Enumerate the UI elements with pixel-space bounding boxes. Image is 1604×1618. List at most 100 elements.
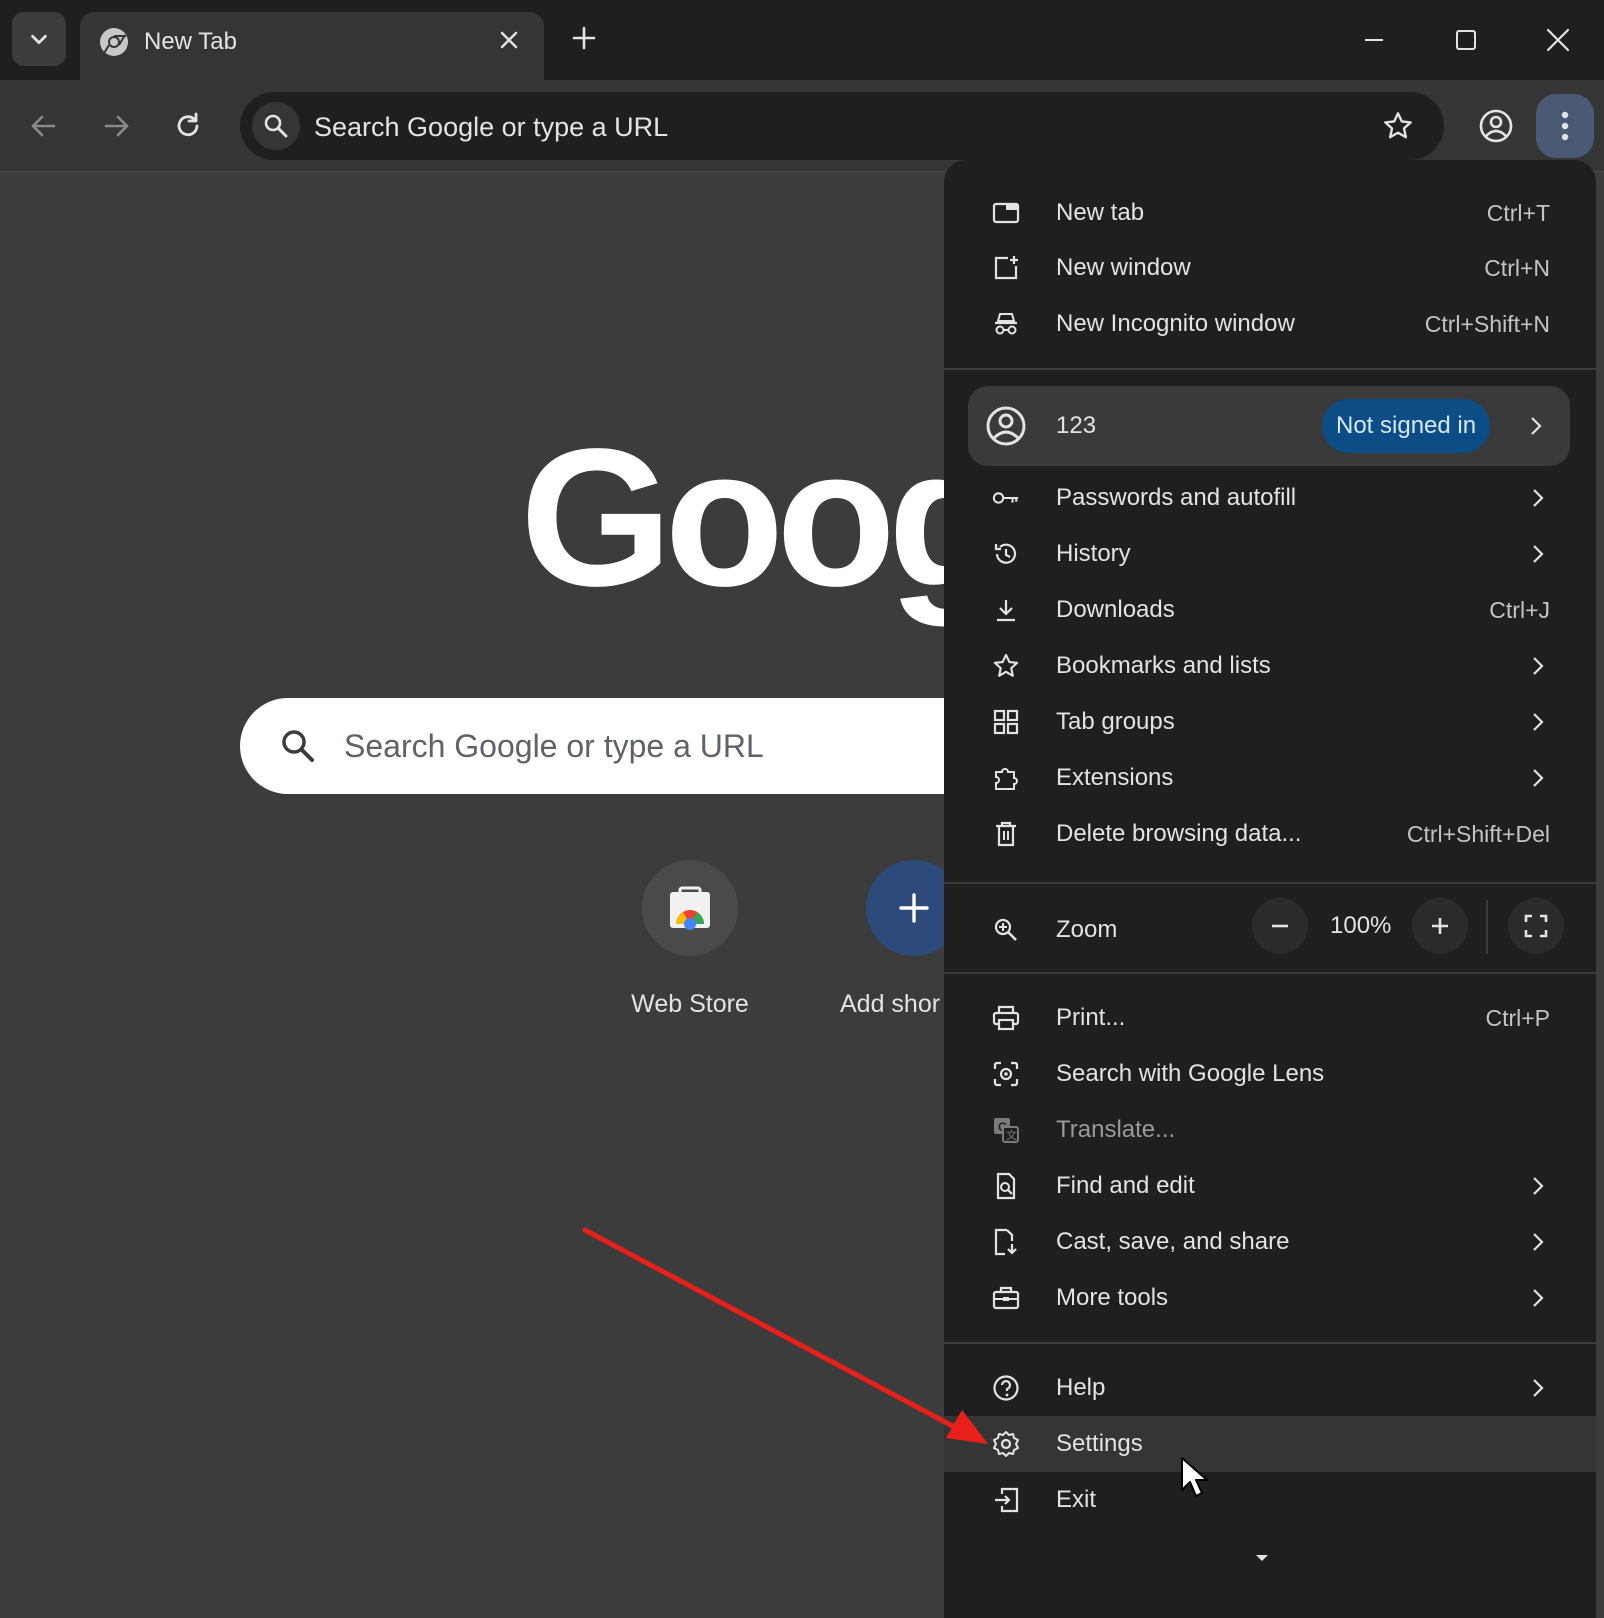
menu-item-label: Tab groups bbox=[1056, 708, 1175, 735]
menu-item-label: New window bbox=[1056, 254, 1191, 281]
menu-item-label: Bookmarks and lists bbox=[1056, 652, 1271, 679]
menu-item-settings[interactable]: Settings bbox=[944, 1416, 1596, 1472]
history-icon bbox=[992, 540, 1020, 568]
toolbar: Search Google or type a URL bbox=[0, 80, 1604, 172]
tab-title: New Tab bbox=[144, 28, 237, 55]
zoom-icon bbox=[992, 916, 1020, 944]
new-window-icon bbox=[992, 254, 1020, 282]
menu-item-label: Search with Google Lens bbox=[1056, 1060, 1325, 1087]
menu-item-label: New tab bbox=[1056, 199, 1145, 226]
chrome-menu-button[interactable] bbox=[1536, 94, 1594, 158]
tab-new-tab[interactable]: New Tab bbox=[80, 12, 544, 80]
zoom-divider bbox=[1486, 900, 1488, 954]
chrome-icon bbox=[100, 28, 128, 56]
google-logo: Goog bbox=[520, 408, 1008, 627]
menu-item-tab-groups[interactable]: Tab groups bbox=[944, 694, 1596, 750]
menu-item-cast-save-share[interactable]: Cast, save, and share bbox=[944, 1214, 1596, 1270]
plus-icon bbox=[572, 26, 596, 50]
menu-item-exit[interactable]: Exit bbox=[944, 1472, 1596, 1528]
menu-item-find-and-edit[interactable]: Find and edit bbox=[944, 1158, 1596, 1214]
menu-item-print[interactable]: Print... Ctrl+P bbox=[944, 990, 1596, 1046]
close-icon bbox=[500, 31, 518, 49]
menu-item-label: Settings bbox=[1056, 1430, 1143, 1457]
chevron-right-icon bbox=[1524, 414, 1548, 438]
menu-item-label: Extensions bbox=[1056, 764, 1174, 791]
menu-item-bookmarks[interactable]: Bookmarks and lists bbox=[944, 638, 1596, 694]
menu-item-delete-browsing-data[interactable]: Delete browsing data... Ctrl+Shift+Del bbox=[944, 806, 1596, 862]
chevron-down-icon bbox=[31, 34, 47, 45]
tab-groups-icon bbox=[992, 708, 1020, 736]
back-button[interactable] bbox=[20, 102, 68, 150]
menu-item-label: Translate... bbox=[1056, 1116, 1176, 1143]
tab-search-button[interactable] bbox=[12, 12, 66, 66]
menu-item-history[interactable]: History bbox=[944, 526, 1596, 582]
menu-divider bbox=[944, 1342, 1596, 1344]
menu-item-google-lens[interactable]: Search with Google Lens bbox=[944, 1046, 1596, 1102]
menu-item-shortcut: Ctrl+Shift+Del bbox=[1406, 821, 1550, 847]
shortcut-web-store[interactable]: Web Store bbox=[600, 860, 780, 1019]
translate-icon: G文 bbox=[992, 1116, 1020, 1144]
menu-item-translate: G文 Translate... bbox=[944, 1102, 1596, 1158]
chrome-menu: New tab Ctrl+T New window Ctrl+N New Inc… bbox=[944, 160, 1596, 1618]
account-circle-icon bbox=[986, 406, 1026, 446]
menu-item-label: New Incognito window bbox=[1056, 310, 1295, 337]
chevron-right-icon bbox=[1526, 1376, 1550, 1400]
star-icon bbox=[992, 652, 1020, 680]
menu-item-label: History bbox=[1056, 540, 1131, 567]
zoom-value: 100% bbox=[1330, 912, 1392, 939]
reload-button[interactable] bbox=[164, 102, 212, 150]
tab-close-button[interactable] bbox=[494, 25, 524, 55]
ntp-search-box[interactable]: Search Google or type a URL bbox=[240, 698, 1000, 794]
minimize-button[interactable] bbox=[1344, 14, 1404, 66]
menu-item-shortcut: Ctrl+T bbox=[1486, 200, 1550, 226]
chevron-right-icon bbox=[1526, 542, 1550, 566]
chevron-right-icon bbox=[1526, 486, 1550, 510]
maximize-button[interactable] bbox=[1436, 14, 1496, 66]
minimize-icon bbox=[1365, 39, 1383, 41]
zoom-in-button[interactable] bbox=[1412, 898, 1468, 954]
browser-window: New Tab Search Google or type a URL Goog… bbox=[0, 0, 1604, 1618]
ntp-search-placeholder: Search Google or type a URL bbox=[344, 728, 764, 764]
exit-icon bbox=[992, 1486, 1020, 1514]
menu-item-extensions[interactable]: Extensions bbox=[944, 750, 1596, 806]
menu-divider bbox=[944, 972, 1596, 974]
star-icon bbox=[1384, 112, 1412, 139]
menu-item-new-incognito[interactable]: New Incognito window Ctrl+Shift+N bbox=[944, 296, 1596, 352]
scroll-down-icon[interactable] bbox=[1250, 1550, 1274, 1566]
fullscreen-icon bbox=[1524, 914, 1548, 938]
menu-item-label: Exit bbox=[1056, 1486, 1097, 1513]
forward-button[interactable] bbox=[92, 102, 140, 150]
zoom-out-button[interactable] bbox=[1252, 898, 1308, 954]
menu-item-label: Downloads bbox=[1056, 596, 1175, 623]
menu-item-new-tab[interactable]: New tab Ctrl+T bbox=[944, 185, 1596, 241]
arrow-right-icon bbox=[104, 115, 129, 137]
print-icon bbox=[992, 1004, 1020, 1032]
menu-profile-row[interactable]: 123 Not signed in bbox=[968, 386, 1570, 466]
profile-button[interactable] bbox=[1472, 102, 1520, 150]
menu-item-help[interactable]: Help bbox=[944, 1360, 1596, 1416]
new-tab-button[interactable] bbox=[566, 20, 602, 56]
fullscreen-button[interactable] bbox=[1508, 898, 1564, 954]
menu-item-shortcut: Ctrl+J bbox=[1489, 597, 1550, 623]
menu-item-shortcut: Ctrl+P bbox=[1485, 1005, 1550, 1031]
web-store-icon bbox=[642, 860, 738, 956]
download-icon bbox=[992, 596, 1020, 624]
chevron-right-icon bbox=[1526, 654, 1550, 678]
reload-icon bbox=[177, 112, 199, 137]
menu-item-new-window[interactable]: New window Ctrl+N bbox=[944, 240, 1596, 296]
mouse-cursor-icon bbox=[1181, 1457, 1208, 1497]
toolbox-icon bbox=[992, 1284, 1020, 1312]
chevron-right-icon bbox=[1526, 710, 1550, 734]
menu-item-label: Passwords and autofill bbox=[1056, 484, 1297, 511]
menu-item-more-tools[interactable]: More tools bbox=[944, 1270, 1596, 1326]
omnibox[interactable]: Search Google or type a URL bbox=[240, 92, 1444, 160]
menu-item-downloads[interactable]: Downloads Ctrl+J bbox=[944, 582, 1596, 638]
bookmark-star-button[interactable] bbox=[1378, 106, 1418, 146]
puzzle-icon bbox=[992, 764, 1020, 792]
close-window-button[interactable] bbox=[1528, 14, 1588, 66]
menu-item-label: Print... bbox=[1056, 1004, 1126, 1031]
menu-item-label: Help bbox=[1056, 1374, 1106, 1401]
sign-in-status-badge: Not signed in bbox=[1322, 399, 1491, 453]
lens-icon bbox=[992, 1060, 1020, 1088]
menu-item-passwords[interactable]: Passwords and autofill bbox=[944, 470, 1596, 526]
